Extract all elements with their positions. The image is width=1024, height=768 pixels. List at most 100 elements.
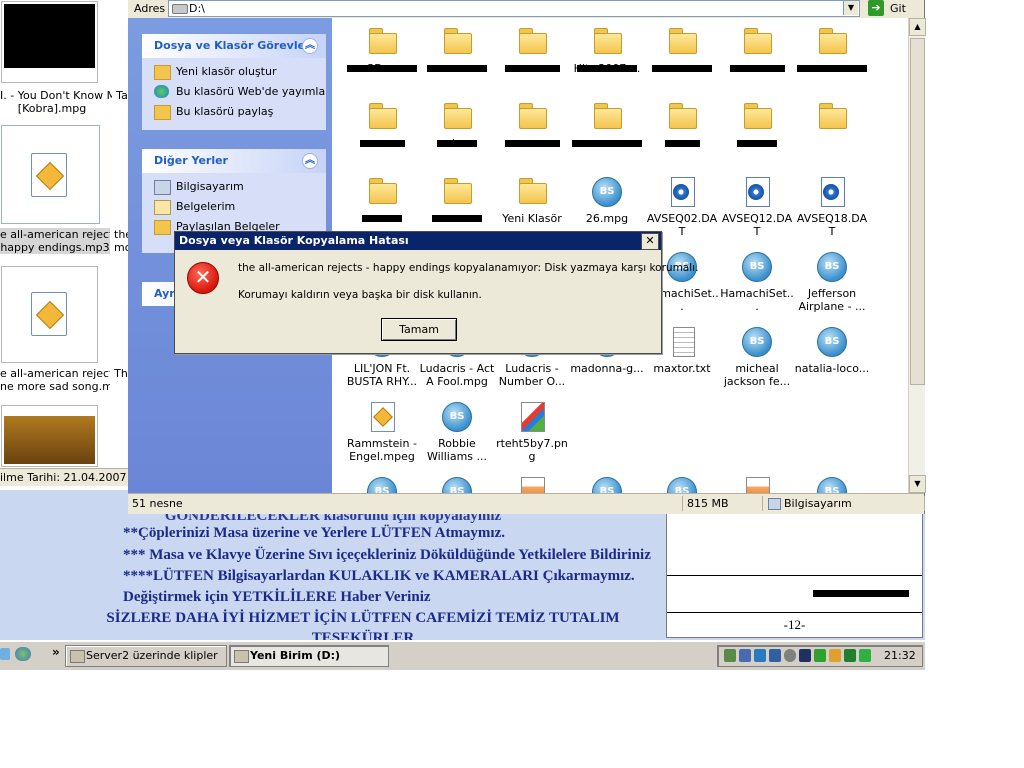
folder-item[interactable]: [794, 101, 870, 137]
media-file-icon: [592, 176, 622, 208]
dat-file-icon: [742, 176, 772, 208]
file-item[interactable]: Rammstein - Engel.mpeg: [344, 401, 420, 463]
file-tasks-title: Dosya ve Klasör Görevleri: [154, 39, 315, 52]
scroll-down-icon[interactable]: ▼: [909, 475, 926, 493]
file-item[interactable]: [719, 476, 795, 493]
folder-icon: [517, 176, 547, 208]
audio-file-thumbnail[interactable]: [1, 125, 100, 224]
scroll-thumb[interactable]: [910, 38, 925, 385]
file-item[interactable]: HamachiSet...: [719, 251, 795, 313]
folder-item[interactable]: [344, 176, 420, 222]
file-caption-partial: mo: [114, 241, 128, 254]
collapse-icon[interactable]: ︽: [302, 153, 318, 169]
wallpaper-line: TEŞEKÜRLER: [311, 630, 415, 640]
app-icon[interactable]: [784, 649, 796, 662]
file-item[interactable]: natalia-loco...: [794, 326, 870, 375]
app-icon[interactable]: [799, 649, 811, 662]
file-caption[interactable]: e all-american rejects -: [0, 367, 110, 380]
go-button[interactable]: ➔ Git: [868, 0, 920, 16]
folder-item[interactable]: ek...: [419, 101, 495, 150]
taskbar-button-yeni-birim[interactable]: Yeni Birim (D:): [229, 645, 389, 667]
app-icon[interactable]: [829, 649, 841, 662]
folder-item[interactable]: [719, 101, 795, 147]
folder-item[interactable]: [644, 26, 720, 72]
chevron-more-icon[interactable]: »: [52, 645, 60, 659]
dialog-message: Korumayı kaldırın veya başka bir disk ku…: [238, 289, 482, 301]
audio-file-thumbnail[interactable]: [1, 266, 98, 363]
file-item[interactable]: 26.mpg: [569, 176, 645, 225]
file-tasks-header[interactable]: Dosya ve Klasör Görevleri ︽: [142, 34, 326, 58]
task-share-folder[interactable]: Bu klasörü paylaş: [142, 102, 326, 122]
other-places-header[interactable]: Diğer Yerler ︽: [142, 149, 326, 173]
file-caption[interactable]: I. - You Don't Know Me: [0, 89, 112, 102]
txt-file-icon: [667, 326, 697, 358]
documents-icon: [154, 200, 171, 215]
address-dropdown-icon[interactable]: ▼: [843, 1, 858, 15]
file-item[interactable]: rteht5by7.png: [494, 401, 570, 463]
file-caption[interactable]: [Kobra].mpg: [0, 102, 104, 115]
place-my-documents[interactable]: Belgelerim: [142, 197, 326, 217]
taskbar: » Server2 üzerinde klipler Yeni Birim (D…: [0, 641, 925, 670]
file-item[interactable]: [494, 476, 570, 493]
file-caption-selected[interactable]: e all-american rejects -: [0, 228, 110, 241]
app-icon[interactable]: [754, 649, 766, 662]
close-icon[interactable]: ✕: [641, 233, 659, 250]
folder-item[interactable]: [344, 101, 420, 147]
folder-icon: [817, 26, 847, 58]
redaction: [432, 215, 482, 222]
dialog-titlebar[interactable]: Dosya veya Klasör Kopyalama Hatası: [175, 232, 661, 250]
file-item[interactable]: [794, 476, 870, 493]
file-item[interactable]: [419, 476, 495, 493]
folder-item[interactable]: Yeni Klasör: [494, 176, 570, 225]
folder-item[interactable]: [419, 176, 495, 222]
file-caption-selected[interactable]: happy endings.mp3: [0, 241, 110, 254]
media-file-icon: [742, 326, 772, 358]
taskbar-button-klipler[interactable]: Server2 üzerinde klipler: [65, 645, 227, 667]
file-item[interactable]: [569, 476, 645, 493]
folder-item[interactable]: [644, 101, 720, 147]
redaction: [359, 140, 405, 147]
vertical-scrollbar[interactable]: ▲ ▼: [908, 18, 926, 493]
folder-item[interactable]: [494, 101, 570, 147]
media-file-icon: [817, 326, 847, 358]
file-item[interactable]: [644, 476, 720, 493]
file-item[interactable]: AVSEQ02.DAT: [644, 176, 720, 238]
file-item[interactable]: AVSEQ12.DAT: [719, 176, 795, 238]
app-icon[interactable]: [769, 649, 781, 662]
display-icon[interactable]: [739, 649, 751, 662]
other-places-title: Diğer Yerler: [154, 154, 228, 167]
video-thumbnail[interactable]: [1, 1, 98, 83]
drive-icon: [172, 4, 188, 14]
file-item[interactable]: Robbie Williams ...: [419, 401, 495, 463]
file-item[interactable]: Jefferson Airplane - ...: [794, 251, 870, 313]
file-item[interactable]: [344, 476, 420, 493]
app-icon[interactable]: [859, 649, 871, 662]
folder-item[interactable]: [569, 101, 645, 147]
folder-item[interactable]: [494, 26, 570, 72]
app-icon[interactable]: [814, 649, 826, 662]
jpg-file-icon: [517, 476, 547, 493]
taskbar-button-label: Server2 üzerinde klipler: [86, 649, 218, 662]
folder-item[interactable]: [719, 26, 795, 72]
folder-item[interactable]: 3D ...: [344, 26, 420, 75]
folder-item[interactable]: [794, 26, 870, 72]
messenger-icon[interactable]: [15, 647, 31, 661]
app-icon[interactable]: [844, 649, 856, 662]
scroll-up-icon[interactable]: ▲: [909, 18, 926, 36]
place-my-computer[interactable]: Bilgisayarım: [142, 177, 326, 197]
image-thumbnail[interactable]: [1, 405, 98, 467]
task-publish-web[interactable]: Bu klasörü Web'de yayımla: [142, 82, 326, 102]
globe-icon: [154, 85, 169, 98]
file-item[interactable]: AVSEQ18.DAT: [794, 176, 870, 238]
network-icon[interactable]: [724, 649, 736, 662]
folder-icon: [817, 101, 847, 133]
folder-item[interactable]: Hits 2007 ...: [569, 26, 645, 75]
quicklaunch-icon[interactable]: [0, 648, 10, 660]
folder-item[interactable]: [419, 26, 495, 72]
collapse-icon[interactable]: ︽: [302, 38, 318, 54]
ok-button[interactable]: Tamam: [381, 318, 457, 341]
file-caption[interactable]: ne more sad song.mp3: [0, 380, 110, 393]
task-new-folder[interactable]: Yeni klasör oluştur: [142, 62, 326, 82]
file-item[interactable]: micheal jackson fe...: [719, 326, 795, 388]
address-input[interactable]: D:\ ▼: [168, 0, 860, 17]
